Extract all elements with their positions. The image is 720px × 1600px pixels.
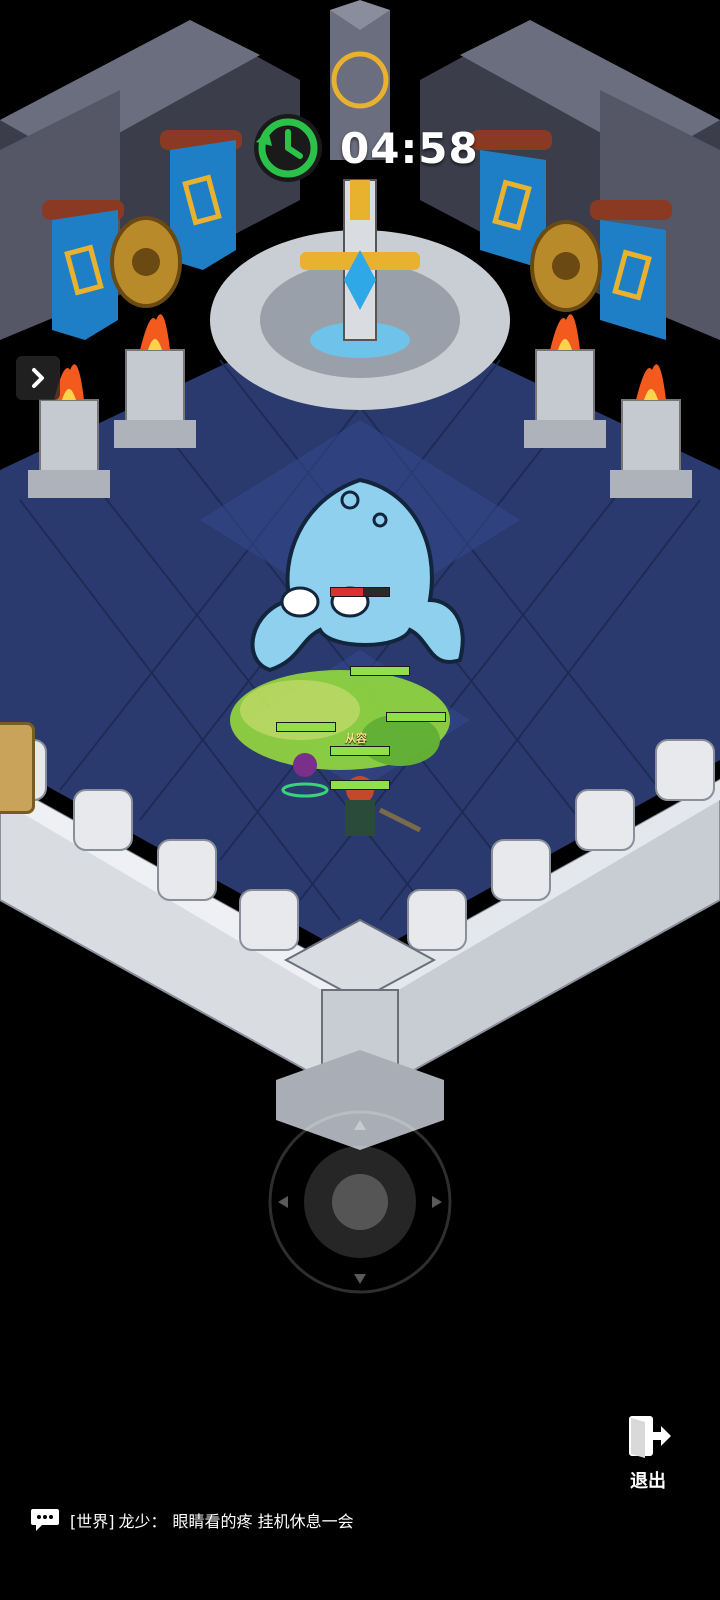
torch-pillar-1 bbox=[114, 314, 196, 448]
virtual-joystick[interactable] bbox=[266, 1108, 454, 1296]
boss-hp-fill bbox=[331, 588, 363, 596]
clock-rewind-icon bbox=[254, 114, 322, 182]
ally-hp-bar-1 bbox=[350, 666, 410, 676]
ally-hp-bar-5 bbox=[330, 780, 390, 790]
side-panel-toggle[interactable] bbox=[16, 356, 60, 400]
chevron-right-icon bbox=[32, 368, 44, 388]
torch-pillar-4 bbox=[610, 364, 692, 498]
ally-hp-bar-3 bbox=[386, 712, 446, 722]
timer-text: 04:58 bbox=[340, 123, 479, 173]
chat-channel: [世界] bbox=[70, 1512, 115, 1531]
exit-label: 退出 bbox=[630, 1471, 666, 1492]
ally-name-label: 从容 bbox=[345, 732, 367, 745]
left-edge-panel-tab[interactable] bbox=[0, 722, 35, 814]
world-chat-message[interactable]: [世界] 龙少： 眼睛看的疼 挂机休息一会 bbox=[30, 1504, 354, 1536]
boss-hp-bar bbox=[330, 587, 390, 597]
shield-left bbox=[110, 216, 182, 308]
round-timer: 04:58 bbox=[248, 108, 479, 188]
chat-bubble-icon bbox=[31, 1509, 59, 1531]
game-scene bbox=[0, 0, 720, 1150]
chat-sender: 龙少： bbox=[118, 1512, 167, 1531]
ally-hp-bar-4 bbox=[330, 746, 390, 756]
torch-pillar-3 bbox=[524, 314, 606, 448]
shield-right bbox=[530, 220, 602, 312]
exit-button[interactable]: 退出 bbox=[618, 1412, 678, 1492]
chat-message-text: 眼睛看的疼 挂机休息一会 bbox=[172, 1512, 354, 1531]
exit-door-icon bbox=[629, 1416, 671, 1458]
ally-hp-bar-2 bbox=[276, 722, 336, 732]
